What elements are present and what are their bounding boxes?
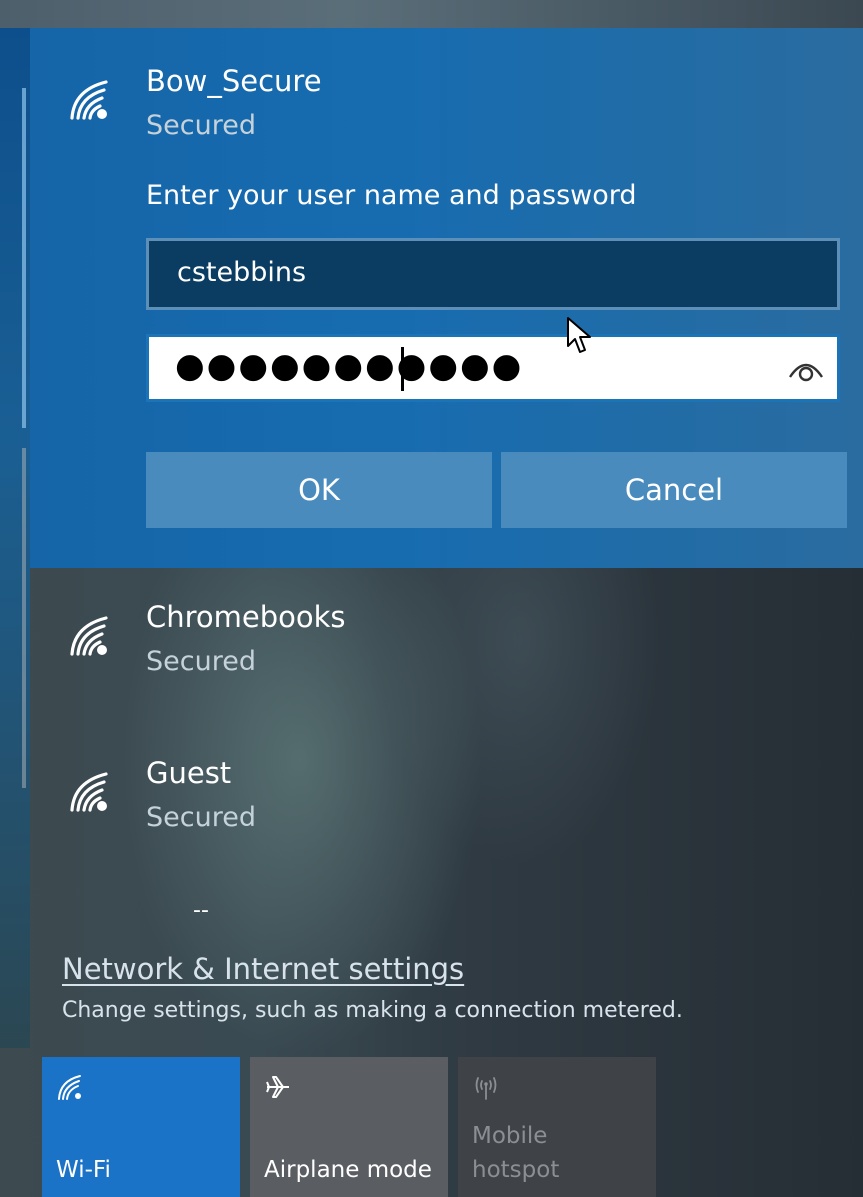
reveal-password-icon[interactable] <box>787 355 825 383</box>
tile-label: Wi-Fi <box>56 1157 111 1183</box>
network-name[interactable]: Chromebooks <box>146 600 346 634</box>
hotspot-icon <box>472 1073 500 1101</box>
network-flyout: Bow_Secure Secured Enter your user name … <box>0 0 863 1197</box>
scrollbar-thumb[interactable] <box>22 88 26 428</box>
scrollbar-track[interactable] <box>22 448 26 788</box>
airplane-icon <box>264 1073 292 1101</box>
wifi-signal-icon <box>66 768 112 814</box>
top-strip <box>0 0 863 28</box>
quick-action-mobile-hotspot[interactable]: Mobile hotspot <box>458 1057 656 1197</box>
ok-button[interactable]: OK <box>146 452 492 528</box>
username-input[interactable]: cstebbins <box>146 238 840 310</box>
flyout-left-edge <box>0 28 30 1048</box>
mouse-pointer-icon <box>566 316 592 356</box>
network-settings-description: Change settings, such as making a connec… <box>62 998 683 1023</box>
tile-label: Airplane mode <box>264 1157 432 1183</box>
text-caret <box>401 347 404 391</box>
network-settings-link[interactable]: Network & Internet settings <box>62 952 464 986</box>
password-masked-value: ●●●●●●●●●●● <box>175 346 524 386</box>
credentials-prompt: Enter your user name and password <box>146 180 637 211</box>
network-status: Secured <box>146 646 256 677</box>
wifi-icon <box>56 1073 84 1101</box>
list-separator: -- <box>193 898 209 923</box>
quick-action-wifi[interactable]: Wi-Fi <box>42 1057 240 1197</box>
wifi-signal-icon <box>66 76 112 122</box>
password-input[interactable]: ●●●●●●●●●●● <box>146 334 840 402</box>
cancel-button[interactable]: Cancel <box>501 452 847 528</box>
wifi-signal-icon <box>66 612 112 658</box>
network-name: Bow_Secure <box>146 64 322 98</box>
tile-label: Mobile hotspot <box>472 1123 560 1183</box>
network-status: Secured <box>146 802 256 833</box>
network-status: Secured <box>146 110 256 141</box>
network-name[interactable]: Guest <box>146 756 231 790</box>
quick-action-airplane-mode[interactable]: Airplane mode <box>250 1057 448 1197</box>
